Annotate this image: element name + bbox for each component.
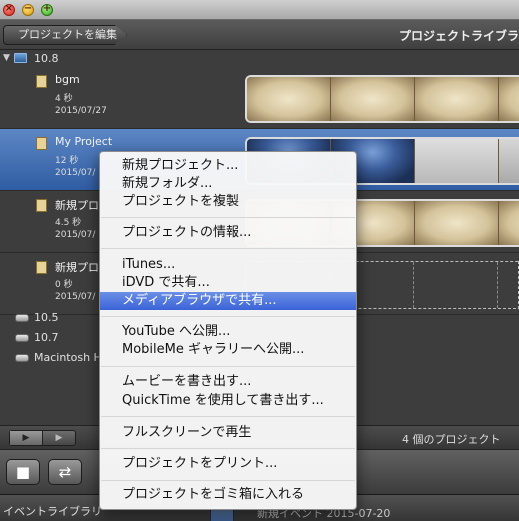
project-count: 4 個のプロジェクト [402,433,501,446]
menu-separator [101,366,355,367]
project-date: 2015/07/ [55,292,96,302]
project-date: 2015/07/ [55,230,96,240]
project-name: 新規プロ [55,261,99,274]
filmstrip-frame [499,139,519,183]
menu-separator [101,416,355,417]
project-icon [36,261,47,274]
library-title: プロジェクトライブラ [398,29,519,43]
filmstrip-frame [415,139,499,183]
project-icon [36,75,47,88]
menu-item-itunes[interactable]: iTunes... [100,256,356,274]
play-fullscreen-button[interactable]: ▶ [10,431,43,445]
filmstrip-frame [415,201,499,245]
project-row-bgm[interactable]: bgm 4 秒 2015/07/27 [0,67,519,129]
swap-panes-button[interactable]: ⇄ [48,459,82,485]
screen-icon [14,53,27,63]
project-date: 2015/07/27 [55,106,107,116]
play-button[interactable]: ▶ [43,431,75,445]
edit-project-button[interactable]: プロジェクトを編集 [3,25,127,45]
project-icon [36,199,47,212]
filmstrip-frame [331,77,415,121]
project-library-header: プロジェクトを編集 プロジェクトライブラ [0,20,519,50]
camera-icon: ■ [15,463,31,481]
menu-item-media-browser[interactable]: メディアブラウザで共有... [100,292,356,310]
disk-icon [15,314,29,322]
menu-separator [101,316,355,317]
project-duration: 0 秒 [55,280,73,290]
menu-item-export-movie[interactable]: ムービーを書き出す... [100,373,356,391]
disk-icon [15,334,29,342]
menu-item-youtube[interactable]: YouTube へ公開... [100,323,356,341]
filmstrip-frame [499,77,519,121]
project-name: bgm [55,73,80,86]
menu-item-new-folder[interactable]: 新規フォルダ... [100,175,356,193]
volume-label: 10.5 [34,311,59,324]
menu-separator [101,480,355,481]
close-icon: × [4,3,14,14]
filmstrip-frame [498,262,518,308]
project-duration: 12 秒 [55,156,79,166]
project-date: 2015/07/ [55,168,96,178]
close-button[interactable]: × [3,3,15,16]
volume-label: Macintosh H [34,351,102,364]
project-name: My Project [55,135,113,148]
project-icon [36,137,47,150]
project-duration: 4.5 秒 [55,218,82,228]
menu-separator [101,448,355,449]
library-group-10-8[interactable]: ▼ 10.8 [0,50,519,67]
minimize-icon: − [23,3,33,14]
volume-label: 10.7 [34,331,59,344]
menu-item-idvd[interactable]: iDVD で共有... [100,274,356,292]
menu-item-duplicate-project[interactable]: プロジェクトを複製 [100,193,356,211]
title-bar: × − + [0,0,519,20]
disk-icon [15,354,29,362]
menu-item-export-quicktime[interactable]: QuickTime を使用して書き出す... [100,392,356,410]
menu-item-print-project[interactable]: プロジェクトをプリント... [100,455,356,473]
project-filmstrip[interactable] [245,75,519,123]
playback-buttons: ▶ ▶ [9,430,76,446]
event-library-label: イベントライブラリ [3,505,102,518]
filmstrip-frame [247,77,331,121]
project-name: 新規プロ [55,199,99,212]
group-label: 10.8 [34,52,59,65]
menu-item-new-project[interactable]: 新規プロジェクト... [100,157,356,175]
menu-item-mobileme[interactable]: MobileMe ギャラリーへ公開... [100,341,356,359]
camera-import-button[interactable]: ■ [6,459,40,485]
filmstrip-frame [414,262,498,308]
menu-separator [101,248,355,249]
menu-item-move-to-trash[interactable]: プロジェクトをゴミ箱に入れる [100,486,356,504]
swap-icon: ⇄ [58,463,72,481]
menu-separator [101,217,355,218]
disclosure-triangle-icon[interactable]: ▼ [3,50,10,67]
project-duration: 4 秒 [55,94,73,104]
minimize-button[interactable]: − [22,3,34,16]
menu-item-project-info[interactable]: プロジェクトの情報... [100,224,356,242]
maximize-icon: + [42,3,52,14]
maximize-button[interactable]: + [41,3,53,16]
menu-item-play-fullscreen[interactable]: フルスクリーンで再生 [100,424,356,442]
context-menu: 新規プロジェクト... 新規フォルダ... プロジェクトを複製 プロジェクトの情… [99,151,357,510]
filmstrip-frame [415,77,499,121]
imovie-window: × − + プロジェクトを編集 プロジェクトライブラ ▼ 10.8 bgm 4 … [0,0,519,521]
filmstrip-frame [499,201,519,245]
